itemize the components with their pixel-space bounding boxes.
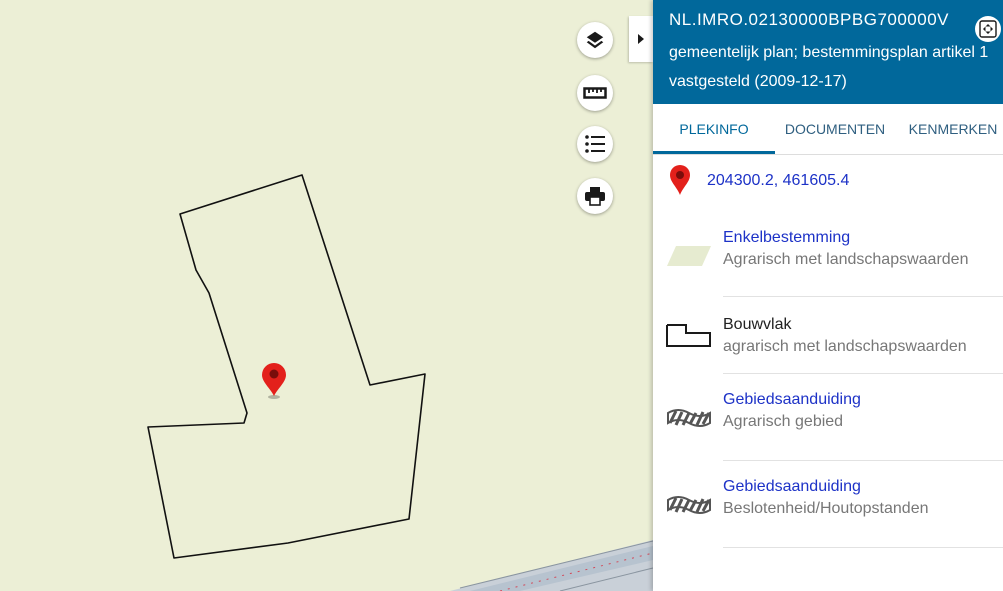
item-label[interactable]: Gebiedsaanduiding xyxy=(723,478,861,496)
item-sublabel: Beslotenheid/Houtopstanden xyxy=(723,500,929,517)
plan-identifier: NL.IMRO.02130000BPBG700000V xyxy=(669,10,950,29)
list-item[interactable]: Gebiedsaanduiding Agrarisch gebied xyxy=(666,391,1003,461)
collapse-panel-button[interactable] xyxy=(629,16,653,62)
building-outline-icon xyxy=(666,320,712,350)
list-item[interactable]: Gebiedsaanduiding Beslotenheid/Houtopsta… xyxy=(666,478,1003,548)
tab-kenmerken[interactable]: KENMERKEN xyxy=(903,104,1003,154)
location-coordinates: 204300.2, 461605.4 xyxy=(669,165,849,197)
expand-arrows-icon xyxy=(979,20,997,38)
list-item[interactable]: Bouwvlak agrarisch met landschapswaarden xyxy=(666,314,1003,374)
bouwvlak-outline[interactable] xyxy=(147,174,426,559)
divider xyxy=(723,296,1003,297)
list-item[interactable]: Enkelbestemming Agrarisch met landschaps… xyxy=(666,227,1003,297)
tab-documenten[interactable]: DOCUMENTEN xyxy=(775,104,895,154)
item-label[interactable]: Enkelbestemming xyxy=(723,229,850,247)
item-sublabel: Agrarisch met landschapswaarden xyxy=(723,251,969,268)
map-view[interactable] xyxy=(0,0,653,591)
item-sublabel: agrarisch met landschapswaarden xyxy=(723,338,967,355)
map-canvas[interactable] xyxy=(0,0,653,591)
info-panel: NL.IMRO.02130000BPBG700000V gemeentelijk… xyxy=(653,0,1003,591)
layers-icon xyxy=(586,31,604,49)
item-label: Bouwvlak xyxy=(723,316,792,333)
ruler-icon xyxy=(583,87,607,99)
divider xyxy=(723,373,1003,374)
location-marker[interactable] xyxy=(262,363,286,399)
coordinates-text: 204300.2, 461605.4 xyxy=(707,172,850,189)
print-button[interactable] xyxy=(577,178,613,214)
expand-button[interactable] xyxy=(975,16,1001,42)
print-icon xyxy=(585,187,605,206)
road-strip xyxy=(450,540,653,591)
hatched-band-icon xyxy=(666,403,712,433)
parallelogram-icon xyxy=(666,241,712,271)
hatched-band-icon xyxy=(666,490,712,520)
item-sublabel: Agrarisch gebied xyxy=(723,413,844,430)
panel-tabs: PLEKINFO DOCUMENTEN KENMERKEN xyxy=(653,104,1003,155)
divider xyxy=(723,547,1003,548)
divider xyxy=(723,460,1003,461)
legend-button[interactable] xyxy=(577,126,613,162)
list-icon xyxy=(585,135,605,153)
measure-button[interactable] xyxy=(577,75,613,111)
item-label[interactable]: Gebiedsaanduiding xyxy=(723,391,861,409)
layers-button[interactable] xyxy=(577,22,613,58)
map-pin-icon xyxy=(670,165,690,195)
panel-header: NL.IMRO.02130000BPBG700000V gemeentelijk… xyxy=(653,0,1003,104)
plan-status: vastgesteld (2009-12-17) xyxy=(669,73,847,90)
tab-plekinfo[interactable]: PLEKINFO xyxy=(653,104,775,154)
plan-type: gemeentelijk plan; bestemmingsplan artik… xyxy=(669,44,989,61)
caret-right-icon xyxy=(638,34,644,44)
